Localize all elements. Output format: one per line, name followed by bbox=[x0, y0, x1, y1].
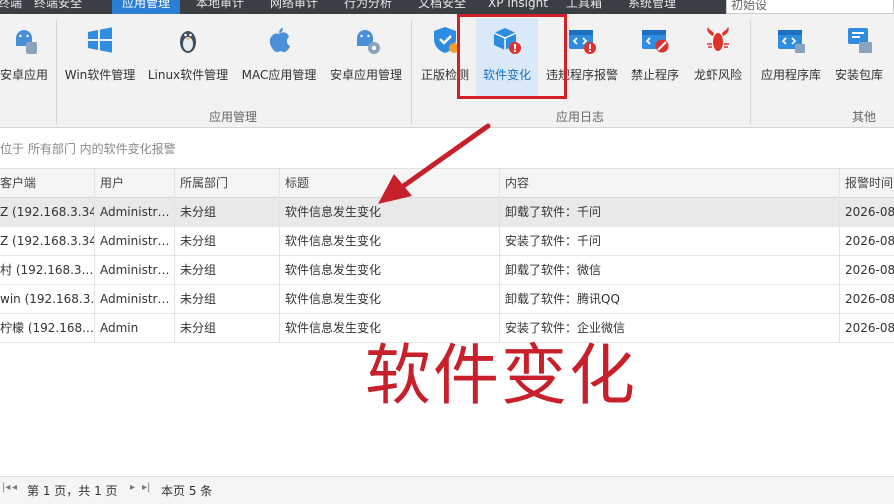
column-header-alarm-time[interactable]: 报警时间 bbox=[840, 169, 894, 198]
group-label-other: 其他 bbox=[852, 110, 877, 124]
table-row[interactable]: Z (192.168.3.34) Administr… 未分组 软件信息发生变化… bbox=[0, 198, 894, 227]
ribbon-win-software-button[interactable]: Win软件管理 bbox=[62, 18, 138, 98]
last-page-icon[interactable]: ▸| bbox=[142, 482, 150, 493]
tab-app-management[interactable]: 应用管理 bbox=[112, 0, 181, 14]
tab-xp-insight[interactable]: XP Insight bbox=[488, 0, 548, 14]
table-row[interactable]: 村 (192.168.3.… Administr… 未分组 软件信息发生变化 卸… bbox=[0, 256, 894, 285]
annotation-text: 软件变化 bbox=[365, 337, 637, 414]
page-count-info: 本页 5 条 bbox=[161, 484, 213, 498]
table-row[interactable]: Z (192.168.3.34) Administr… 未分组 软件信息发生变化… bbox=[0, 227, 894, 256]
tab-network-audit[interactable]: 网络审计 bbox=[270, 0, 318, 14]
ribbon-forbidden-program-button[interactable]: 禁止程序 bbox=[626, 18, 684, 98]
pagination-bar: |◂ ◂ 第 1 页，共 1 页 ▸ ▸| 本页 5 条 bbox=[0, 476, 894, 504]
installer-library-icon bbox=[843, 24, 875, 56]
software-change-icon bbox=[491, 24, 523, 56]
ribbon-separator bbox=[56, 20, 57, 124]
ribbon-mac-app-button[interactable]: MAC应用管理 bbox=[238, 18, 320, 98]
tab-behavior-analysis[interactable]: 行为分析 bbox=[344, 0, 392, 14]
lobster-risk-icon bbox=[702, 24, 734, 56]
app-library-icon bbox=[775, 24, 807, 56]
group-label-app-management: 应用管理 bbox=[209, 110, 258, 124]
apple-icon bbox=[263, 24, 295, 56]
ribbon-android-app-button[interactable]: 安卓应用 bbox=[0, 18, 52, 98]
tab-document-security[interactable]: 文档安全 bbox=[418, 0, 466, 14]
column-header-content[interactable]: 内容 bbox=[500, 169, 840, 198]
breadcrumb: 位于 所有部门 内的软件变化报警 bbox=[0, 129, 894, 169]
ribbon-android-manage-button[interactable]: 安卓应用管理 bbox=[326, 18, 406, 98]
column-header-title[interactable]: 标题 bbox=[280, 169, 500, 198]
ribbon-app-library-button[interactable]: 应用程序库 bbox=[756, 18, 826, 98]
column-header-department[interactable]: 所属部门 bbox=[175, 169, 280, 198]
violation-alarm-icon bbox=[566, 24, 598, 56]
tab-toolbox[interactable]: 工具箱 bbox=[566, 0, 602, 14]
column-header-user[interactable]: 用户 bbox=[95, 169, 175, 198]
group-label-app-log: 应用日志 bbox=[556, 110, 605, 124]
prev-page-icon[interactable]: ◂ bbox=[12, 482, 17, 493]
ribbon-software-change-button[interactable]: 软件变化 bbox=[476, 18, 538, 98]
tab-local-audit[interactable]: 本地审计 bbox=[196, 0, 244, 14]
android-gear-icon bbox=[350, 24, 382, 56]
page-info: 第 1 页，共 1 页 bbox=[27, 484, 118, 498]
ribbon-linux-software-button[interactable]: Linux软件管理 bbox=[146, 18, 230, 98]
license-check-icon bbox=[429, 24, 461, 56]
windows-icon bbox=[84, 24, 116, 56]
ribbon-license-check-button[interactable]: 正版检测 bbox=[416, 18, 474, 98]
android-shield-icon bbox=[8, 24, 40, 56]
tab-terminal[interactable]: 终端 bbox=[0, 0, 22, 14]
forbidden-program-icon bbox=[639, 24, 671, 56]
ribbon-lobster-risk-button[interactable]: 龙虾风险 bbox=[688, 18, 748, 98]
tab-terminal-security[interactable]: 终端安全 bbox=[34, 0, 82, 14]
top-navigation: 终端 终端安全 应用管理 本地审计 网络审计 行为分析 文档安全 XP Insi… bbox=[0, 0, 894, 14]
table-header: 客户端 用户 所属部门 标题 内容 报警时间 bbox=[0, 169, 894, 198]
ribbon-toolbar: 安卓应用 Win软件管理 Linux软件管理 MAC应用管理 安卓应用管理 正版… bbox=[0, 14, 894, 128]
column-header-client[interactable]: 客户端 bbox=[0, 169, 95, 198]
linux-penguin-icon bbox=[172, 24, 204, 56]
table-row[interactable]: win (192.168.3… Administr… 未分组 软件信息发生变化 … bbox=[0, 285, 894, 314]
search-input[interactable]: 初始设 bbox=[726, 0, 894, 14]
ribbon-violation-alarm-button[interactable]: 违规程序报警 bbox=[542, 18, 622, 98]
ribbon-separator bbox=[411, 20, 412, 124]
ribbon-separator bbox=[750, 20, 751, 124]
ribbon-installer-library-button[interactable]: 安装包库 bbox=[830, 18, 888, 98]
next-page-icon[interactable]: ▸ bbox=[130, 482, 135, 493]
tab-system-management[interactable]: 系统管理 bbox=[628, 0, 676, 14]
alarm-table: 客户端 用户 所属部门 标题 内容 报警时间 Z (192.168.3.34) … bbox=[0, 169, 894, 343]
first-page-icon[interactable]: |◂ bbox=[2, 482, 10, 493]
